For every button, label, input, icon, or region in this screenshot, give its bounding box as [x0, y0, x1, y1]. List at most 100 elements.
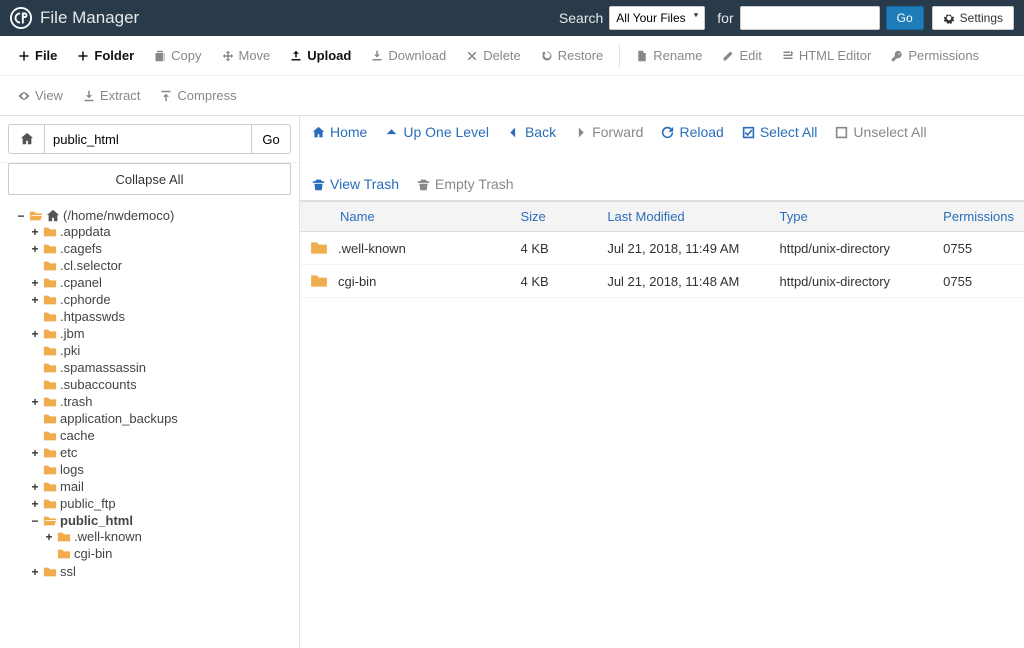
expand-icon[interactable]: + [30, 293, 40, 307]
col-modified-header[interactable]: Last Modified [597, 202, 769, 232]
expand-icon[interactable]: + [30, 276, 40, 290]
tree-item[interactable]: +logs [30, 462, 289, 477]
up-one-level-action[interactable]: Up One Level [385, 124, 489, 140]
col-permissions-header[interactable]: Permissions [933, 202, 1024, 232]
unselect-all-action[interactable]: Unselect All [835, 124, 926, 140]
trash-icon [312, 178, 325, 191]
search-go-button[interactable]: Go [886, 6, 924, 30]
tree-item[interactable]: +.subaccounts [30, 377, 289, 392]
tree-item[interactable]: +.cagefs [30, 241, 289, 256]
view-trash-action[interactable]: View Trash [312, 176, 399, 192]
expand-icon[interactable]: + [30, 446, 40, 460]
select-all-action[interactable]: Select All [742, 124, 818, 140]
toggle-spacer: + [30, 361, 40, 375]
tree-item[interactable]: −public_html [30, 513, 289, 528]
expand-icon[interactable]: + [30, 327, 40, 341]
html-editor-button[interactable]: HTML Editor [772, 42, 881, 69]
reload-action[interactable]: Reload [661, 124, 723, 140]
folder-tree: − (/home/nwdemoco) +.appdata+.cagefs+.cl… [0, 203, 299, 648]
tree-root[interactable]: − (/home/nwdemoco) [16, 208, 289, 223]
table-row[interactable]: cgi-bin4 KBJul 21, 2018, 11:48 AMhttpd/u… [300, 265, 1024, 298]
back-action[interactable]: Back [507, 124, 556, 140]
expand-icon[interactable]: + [30, 480, 40, 494]
extract-button[interactable]: Extract [73, 82, 150, 109]
file-actions-bar: Home Up One Level Back Forward Reload Se… [300, 116, 1024, 201]
tree-item[interactable]: +.cphorde [30, 292, 289, 307]
expand-icon[interactable]: + [30, 395, 40, 409]
expand-icon[interactable]: + [30, 225, 40, 239]
folder-button[interactable]: Folder [67, 42, 144, 69]
view-button[interactable]: View [8, 82, 73, 109]
download-button[interactable]: Download [361, 42, 456, 69]
collapse-icon[interactable]: − [30, 514, 40, 528]
gear-icon [943, 12, 955, 24]
folder-icon [43, 327, 57, 341]
edit-button[interactable]: Edit [712, 42, 771, 69]
move-button[interactable]: Move [212, 42, 281, 69]
main-area: Go Collapse All − (/home/nwdemoco) +.app… [0, 116, 1024, 648]
file-button[interactable]: File [8, 42, 67, 69]
delete-button[interactable]: Delete [456, 42, 531, 69]
upload-button[interactable]: Upload [280, 42, 361, 69]
toggle-spacer: + [44, 547, 54, 561]
file-table-wrap: Name Size Last Modified Type Permissions… [300, 201, 1024, 648]
folder-icon [43, 412, 57, 426]
expand-icon[interactable]: + [30, 497, 40, 511]
folder-icon [43, 395, 57, 409]
search-scope-select[interactable]: All Your Files [609, 6, 705, 30]
tree-item[interactable]: +public_ftp [30, 496, 289, 511]
file-table: Name Size Last Modified Type Permissions… [300, 201, 1024, 298]
folder-open-icon [43, 514, 57, 528]
expand-icon[interactable]: + [30, 242, 40, 256]
tree-item[interactable]: +.pki [30, 343, 289, 358]
path-home-button[interactable] [8, 124, 44, 154]
tree-item[interactable]: +ssl [30, 564, 289, 579]
arrow-up-icon [385, 126, 398, 139]
settings-button[interactable]: Settings [932, 6, 1014, 30]
tree-item[interactable]: +.spamassassin [30, 360, 289, 375]
tree-item[interactable]: +cache [30, 428, 289, 443]
tree-item[interactable]: +.trash [30, 394, 289, 409]
path-input[interactable] [44, 124, 251, 154]
permissions-button[interactable]: Permissions [881, 42, 989, 69]
plus-icon [77, 50, 89, 62]
table-row[interactable]: .well-known4 KBJul 21, 2018, 11:49 AMhtt… [300, 232, 1024, 265]
tree-item[interactable]: +mail [30, 479, 289, 494]
col-name-header[interactable]: Name [300, 202, 511, 232]
empty-trash-action[interactable]: Empty Trash [417, 176, 514, 192]
check-icon [742, 126, 755, 139]
col-type-header[interactable]: Type [769, 202, 933, 232]
compress-icon [160, 90, 172, 102]
rename-button[interactable]: Rename [626, 42, 712, 69]
tree-item[interactable]: + etc [30, 445, 289, 460]
tree-item[interactable]: +.appdata [30, 224, 289, 239]
col-size-header[interactable]: Size [511, 202, 598, 232]
search-input[interactable] [740, 6, 880, 30]
restore-button[interactable]: Restore [531, 42, 614, 69]
settings-label: Settings [960, 11, 1003, 25]
tree-item[interactable]: +.cpanel [30, 275, 289, 290]
collapse-icon[interactable]: − [16, 209, 26, 223]
compress-button[interactable]: Compress [150, 82, 246, 109]
arrow-left-icon [507, 126, 520, 139]
path-go-button[interactable]: Go [251, 124, 291, 154]
expand-icon[interactable]: + [44, 530, 54, 544]
file-permissions: 0755 [933, 265, 1024, 298]
tree-item[interactable]: +.cl.selector [30, 258, 289, 273]
home-action[interactable]: Home [312, 124, 367, 140]
tree-item[interactable]: +.jbm [30, 326, 289, 341]
tree-item-label: cache [60, 428, 95, 443]
tree-item[interactable]: +cgi-bin [44, 546, 289, 561]
tree-item[interactable]: +application_backups [30, 411, 289, 426]
file-modified: Jul 21, 2018, 11:48 AM [597, 265, 769, 298]
copy-button[interactable]: Copy [144, 42, 211, 69]
collapse-all-button[interactable]: Collapse All [8, 163, 291, 195]
tree-item[interactable]: +.well-known [44, 529, 289, 544]
tree-item-label: etc [60, 445, 77, 460]
forward-action[interactable]: Forward [574, 124, 643, 140]
tree-item-label: .cl.selector [60, 258, 122, 273]
expand-icon[interactable]: + [30, 565, 40, 579]
tree-item[interactable]: +.htpasswds [30, 309, 289, 324]
folder-icon [57, 530, 71, 544]
app-header: File Manager Search All Your Files for G… [0, 0, 1024, 36]
